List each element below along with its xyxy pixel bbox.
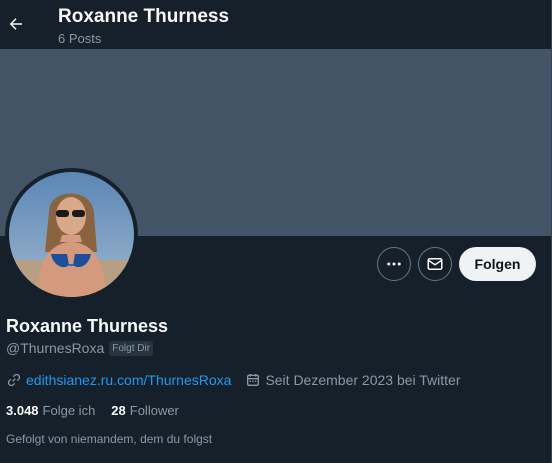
following-stat[interactable]: 3.048 Folge ich — [6, 403, 95, 418]
followers-count: 28 — [111, 403, 126, 418]
envelope-icon — [427, 258, 443, 270]
avatar[interactable] — [5, 168, 138, 301]
follows-you-badge: Folgt Dir — [109, 340, 154, 356]
more-icon — [387, 262, 401, 266]
joined-date: Seit Dezember 2023 bei Twitter — [265, 372, 461, 388]
avatar-photo — [9, 172, 134, 297]
website-item: edithsianez.ru.com/ThurnesRoxa — [6, 372, 231, 388]
arrow-left-icon — [9, 18, 22, 30]
follow-button[interactable]: Folgen — [459, 247, 536, 281]
following-label: Folge ich — [42, 403, 96, 418]
back-button[interactable] — [0, 8, 32, 40]
joined-item: Seit Dezember 2023 bei Twitter — [245, 372, 461, 388]
website-link[interactable]: edithsianez.ru.com/ThurnesRoxa — [26, 372, 231, 388]
link-icon — [7, 373, 21, 387]
follow-stats: 3.048 Folge ich 28 Follower — [6, 403, 179, 418]
avatar-image — [9, 172, 134, 297]
more-button[interactable] — [377, 247, 411, 281]
followers-stat[interactable]: 28 Follower — [111, 403, 179, 418]
profile-name: Roxanne Thurness — [6, 316, 169, 336]
top-bar: Roxanne Thurness 6 Posts — [0, 0, 551, 49]
message-button[interactable] — [418, 247, 452, 281]
handle-row: @ThurnesRoxa Folgt Dir — [6, 340, 154, 356]
header-title: Roxanne Thurness — [58, 6, 230, 27]
followed-by-text: Gefolgt von niemandem, dem du folgst — [6, 432, 213, 446]
profile-meta: edithsianez.ru.com/ThurnesRoxa Seit Deze… — [6, 372, 461, 388]
calendar-icon — [247, 374, 260, 386]
profile-page: Roxanne Thurness 6 Posts Folgen Roxanne … — [0, 0, 552, 463]
profile-handle: @ThurnesRoxa — [6, 340, 105, 356]
header-post-count: 6 Posts — [58, 31, 102, 46]
followers-label: Follower — [129, 403, 179, 418]
following-count: 3.048 — [6, 403, 39, 418]
